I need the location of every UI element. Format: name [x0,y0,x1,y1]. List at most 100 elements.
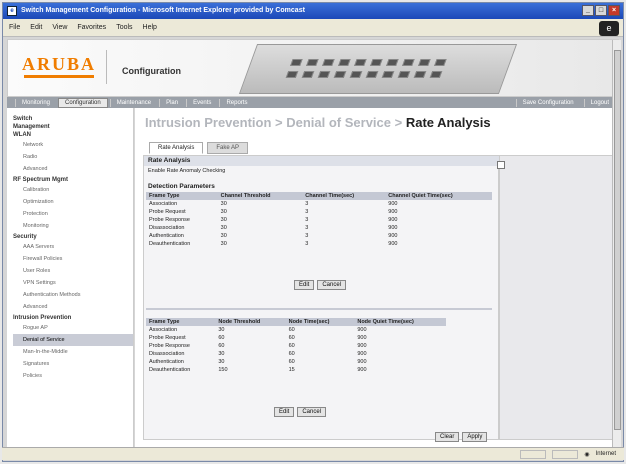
device-port [322,59,335,66]
table-row: Probe Request 60 60 900 [146,334,446,342]
cancel-button[interactable]: Cancel [297,407,327,417]
device-port [354,59,367,66]
apply-button[interactable]: Apply [462,432,488,442]
breadcrumb-separator: > [271,115,287,130]
sidebar-item-policies[interactable]: Policies [13,370,133,382]
edit-button[interactable]: Edit [294,280,315,290]
table-cell: 30 [218,351,225,357]
nav-tab-plan[interactable]: Plan [159,98,184,107]
sidebar-item-aaa-servers[interactable]: AAA Servers [13,241,133,253]
edit-button[interactable]: Edit [274,407,295,417]
close-button[interactable]: × [608,5,620,16]
table-cell: Association [149,327,178,333]
table-header-row: Frame Type Channel Threshold Channel Time(… [146,192,492,200]
nav-tab-maintenance[interactable]: Maintenance [109,98,157,107]
breadcrumb-denial-of-service[interactable]: Denial of Service [286,115,391,130]
sidebar-item-network[interactable]: Network [13,139,133,151]
vertical-scrollbar[interactable] [612,40,621,450]
tab-fake-ap[interactable]: Fake AP [207,142,249,154]
menu-item-view[interactable]: View [52,24,67,31]
table-cell: 30 [220,225,227,231]
sidebar-section-wlan: WLAN [13,132,31,138]
table-cell: 3 [305,201,309,207]
table-row: Association 30 60 900 [146,326,446,334]
table-cell: 3 [305,241,309,247]
channel-table: Frame Type Channel Threshold Channel Time(… [146,192,492,248]
table-cell: 900 [388,241,398,247]
tab-rate-analysis[interactable]: Rate Analysis [149,142,204,154]
clear-button[interactable]: Clear [435,432,460,442]
table-separator [146,308,492,310]
sidebar-item-protection[interactable]: Protection [13,208,133,220]
save-configuration-button[interactable]: Save Configuration [515,98,580,107]
device-port [301,71,315,78]
enable-rate-anomaly-checkbox[interactable] [497,161,505,169]
sidebar-section-switch: Switch [13,116,33,122]
breadcrumb-intrusion-prevention[interactable]: Intrusion Prevention [145,115,271,130]
table-cell: Probe Response [149,343,190,349]
table-cell: 30 [220,233,227,239]
table-cell: Probe Response [149,217,190,223]
sidebar-item-signatures[interactable]: Signatures [13,358,133,370]
sidebar-item-denial-of-service[interactable]: Denial of Service [13,334,133,346]
table-cell: Probe Request [149,209,186,215]
table-cell: 900 [388,225,398,231]
sidebar-item-authentication-methods[interactable]: Authentication Methods [13,289,133,301]
device-port [381,71,395,78]
channel-buttons: Edit Cancel [294,280,347,290]
column-header: Frame Type [146,192,218,200]
nav-tab-reports[interactable]: Reports [219,98,253,107]
table-row: Probe Response 60 60 900 [146,342,446,350]
table-row: Authentication 30 60 900 [146,358,446,366]
table-cell: 3 [305,225,309,231]
table-cell: 900 [388,233,398,239]
sidebar-item-vpn-settings[interactable]: VPN Settings [13,277,133,289]
sidebar: Switch Management WLAN Network Radio Advanced… [7,108,134,448]
cancel-button[interactable]: Cancel [317,280,347,290]
maximize-button[interactable]: □ [595,5,607,16]
sidebar-item-radio[interactable]: Radio [13,151,133,163]
sidebar-item-advanced[interactable]: Advanced [13,163,133,175]
nav-tab-events[interactable]: Events [186,98,217,107]
sidebar-item-rogue-ap[interactable]: Rogue AP [13,322,133,334]
menu-item-edit[interactable]: Edit [30,24,42,31]
menu-item-tools[interactable]: Tools [116,24,132,31]
sidebar-item-user-roles[interactable]: User Roles [13,265,133,277]
panel-right-area [499,155,615,440]
logo-underline [24,75,94,78]
nav-tab-monitoring[interactable]: Monitoring [15,98,56,107]
column-header: Node Quiet Time(sec) [354,318,446,326]
scrollbar-thumb[interactable] [614,50,621,430]
nav-tab-configuration[interactable]: Configuration [58,97,108,108]
device-port [285,71,299,78]
table-cell: 30 [220,201,227,207]
column-header: Channel Time(sec) [302,192,386,200]
top-nav: Monitoring Configuration Maintenance Plan Ev… [7,97,619,108]
menu-item-help[interactable]: Help [143,24,157,31]
sidebar-item-calibration[interactable]: Calibration [13,184,133,196]
logout-button[interactable]: Logout [583,98,615,107]
minimize-button[interactable]: _ [582,5,594,16]
table-cell: 15 [288,367,295,373]
table-row: Disassociation 30 60 900 [146,350,446,358]
table-row: Association 30 3 900 [146,200,492,208]
device-port [365,71,379,78]
device-port [349,71,363,78]
status-cell [520,449,547,459]
device-port [413,71,427,78]
table-cell: 60 [218,343,225,349]
column-header: Node Time(sec) [285,318,355,326]
table-cell: 3 [305,209,309,215]
sidebar-item-monitoring[interactable]: Monitoring [13,220,133,232]
sidebar-item-firewall-policies[interactable]: Firewall Policies [13,253,133,265]
sidebar-item-man-in-the-middle[interactable]: Man-In-the-Middle [13,346,133,358]
tab-bar: Rate Analysis Fake AP [149,142,249,154]
sidebar-item-advanced[interactable]: Advanced [13,301,133,313]
table-cell: 30 [220,209,227,215]
menu-item-favorites[interactable]: Favorites [77,24,106,31]
menu-item-file[interactable]: File [9,24,20,31]
sidebar-item-optimization[interactable]: Optimization [13,196,133,208]
table-cell: 60 [288,359,295,365]
column-header: Node Threshold [215,318,286,326]
table-cell: Authentication [149,359,184,365]
